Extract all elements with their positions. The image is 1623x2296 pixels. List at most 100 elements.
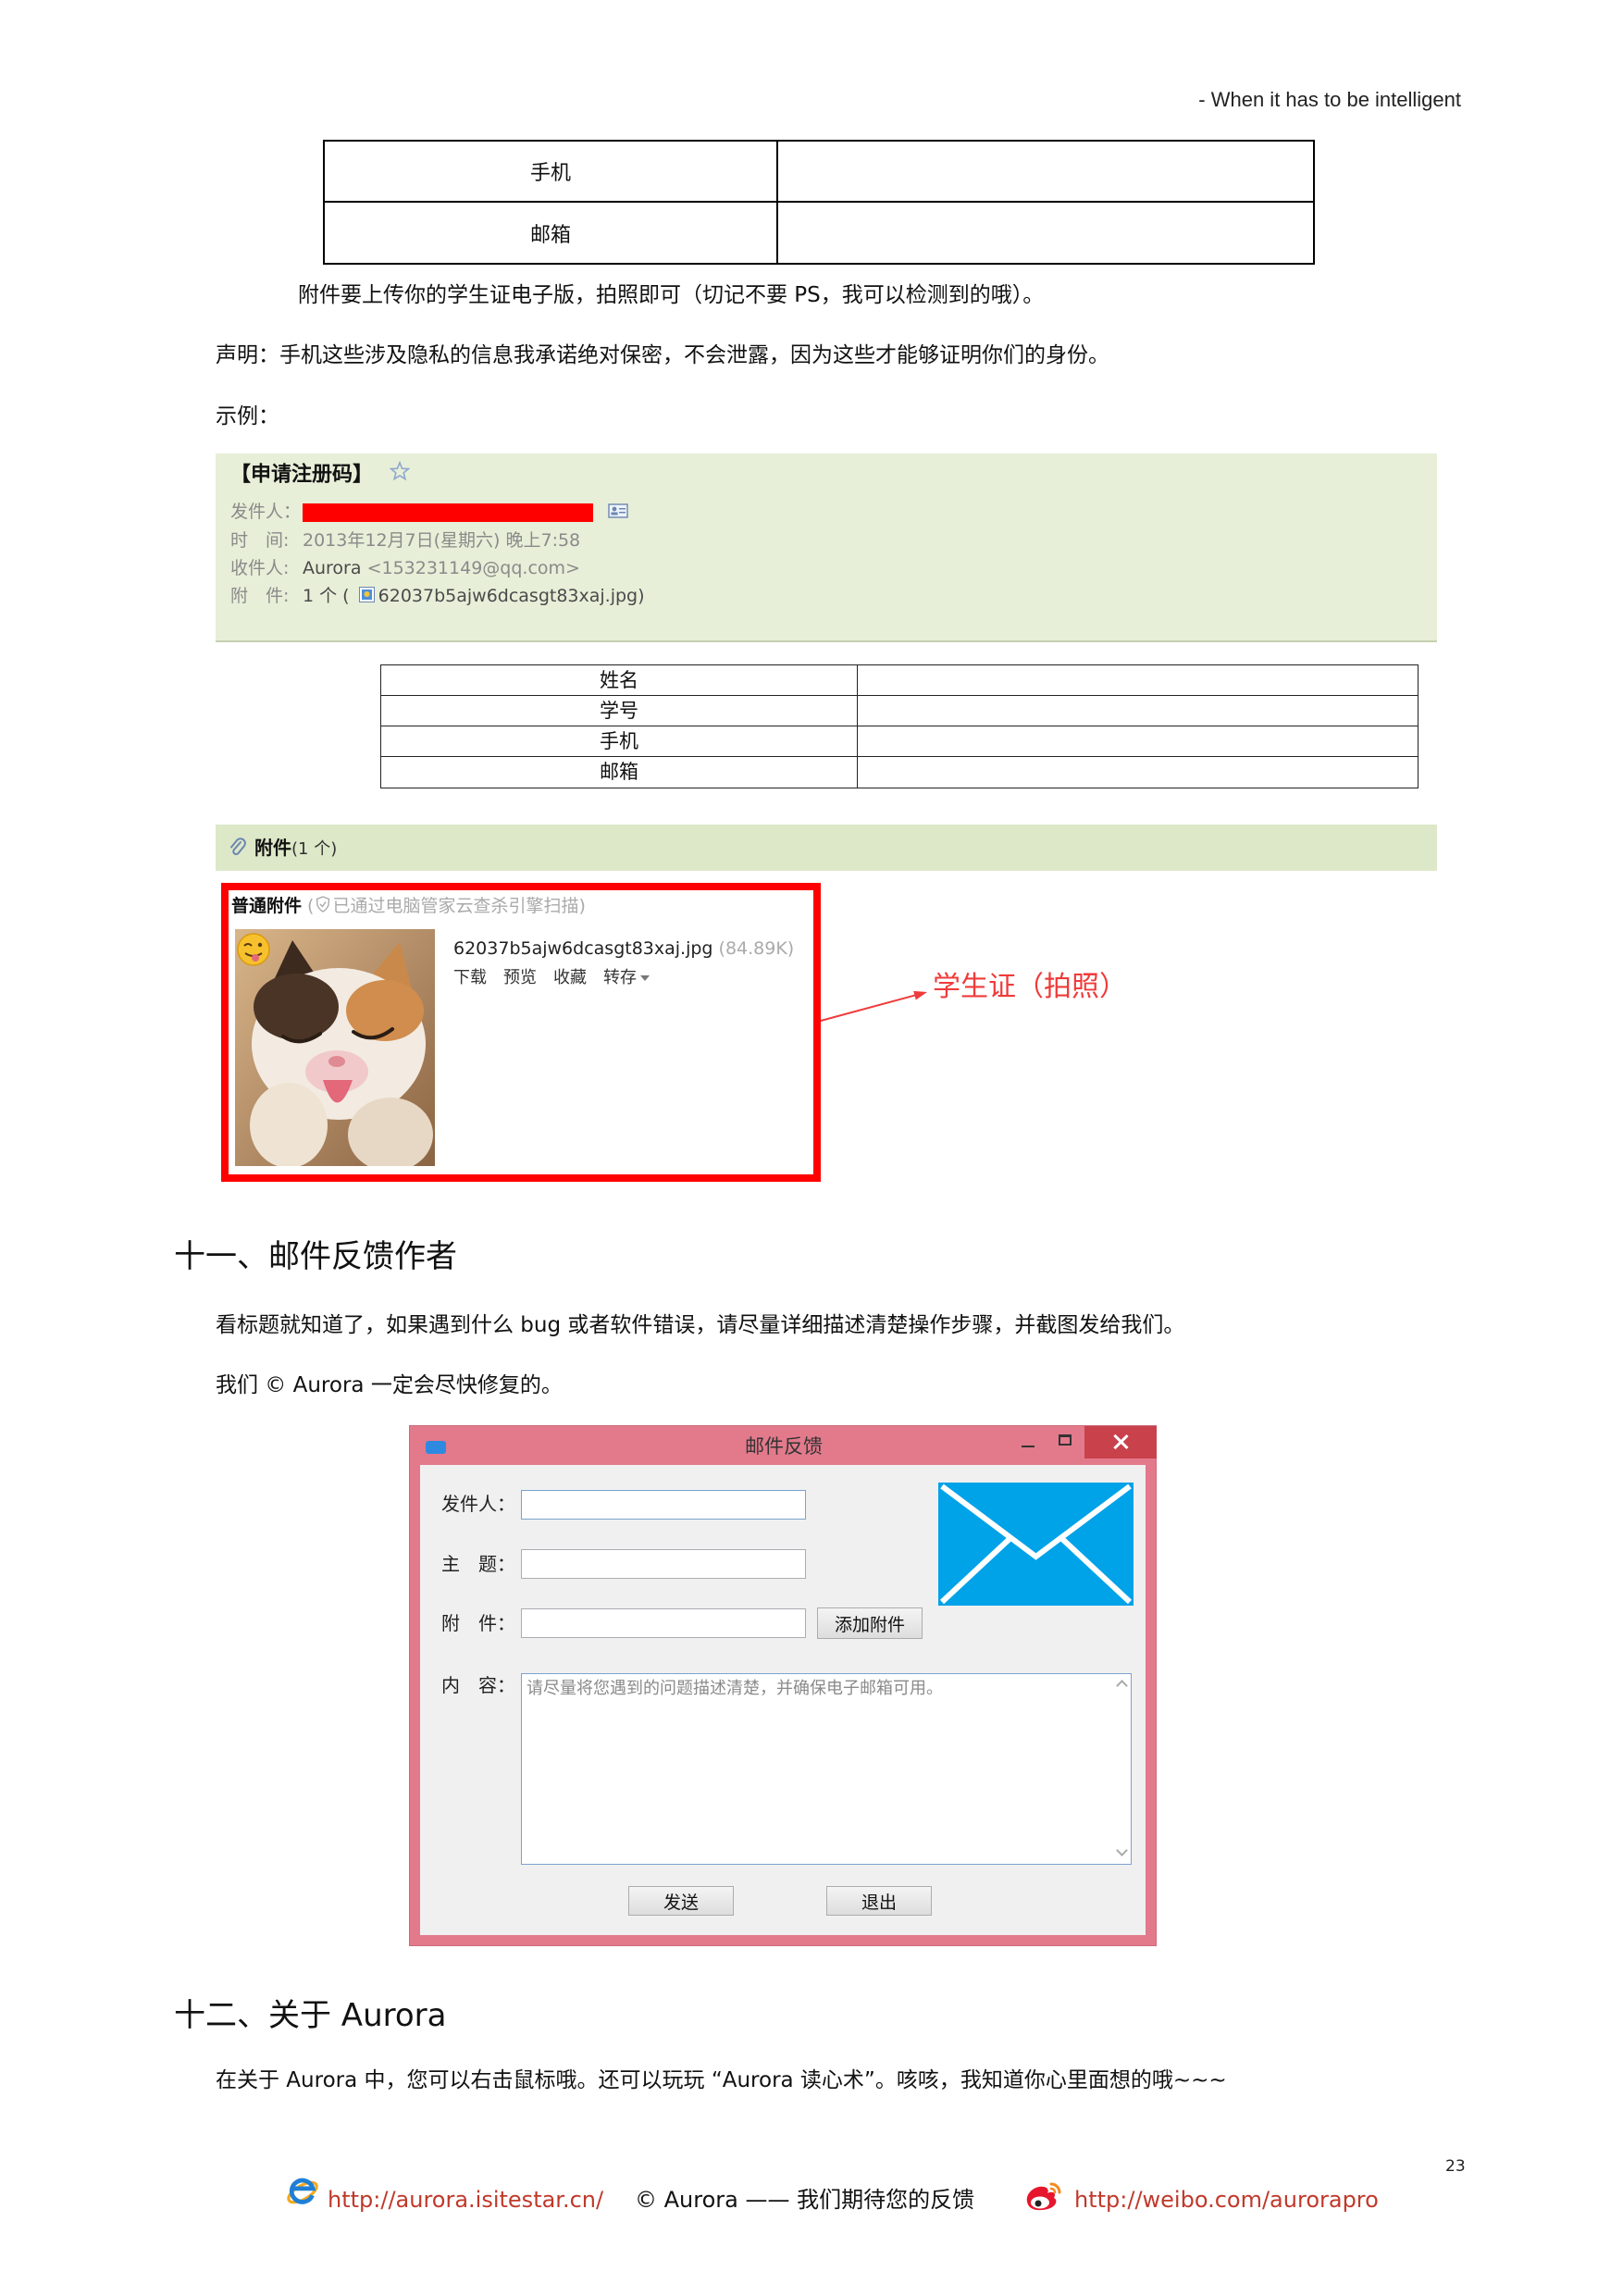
time-value: 2013年12月7日(星期六) 晚上7:58	[303, 530, 581, 551]
section-11-paragraph-1: 看标题就知道了，如果遇到什么 bug 或者软件错误，请尽量详细描述清楚操作步骤，…	[216, 1313, 1185, 1337]
contact-card-icon[interactable]	[608, 501, 628, 525]
email-subject: 【申请注册码】	[230, 463, 374, 487]
table-row: 手机	[323, 140, 1315, 203]
table-row: 邮箱	[323, 201, 1315, 265]
callout-label: 学生证（拍照）	[933, 971, 1127, 1003]
row-label: 手机	[529, 162, 571, 185]
table-cell-value	[776, 201, 1315, 265]
table-row: 手机	[380, 726, 1419, 757]
weibo-link[interactable]: http://weibo.com/aurorapro	[1074, 2185, 1379, 2215]
table-cell-label: 手机	[323, 140, 778, 203]
minimize-button[interactable]	[1010, 1426, 1047, 1458]
sender-field-label: 发件人：	[441, 1493, 515, 1515]
table-cell-value	[857, 756, 1419, 788]
attachment-file-size: (84.89K)	[718, 938, 795, 959]
header-tagline: - When it has to be intelligent	[1198, 88, 1461, 111]
page-number: 23	[1445, 2157, 1466, 2176]
dialog-body: 发件人： 主 题： 附 件： 添加附件 内 容： 发送	[420, 1465, 1146, 1935]
document-page: - When it has to be intelligent 手机 邮箱 附件…	[0, 0, 1623, 2296]
recipient-email: <153231149@qq.com>	[366, 558, 580, 578]
star-icon[interactable]	[389, 460, 411, 490]
email-subject-line: 【申请注册码】	[230, 460, 411, 490]
maximize-button[interactable]	[1047, 1426, 1084, 1458]
redacted-sender	[303, 503, 593, 522]
table-cell-value	[857, 726, 1419, 757]
table-cell-value	[857, 664, 1419, 696]
website-link[interactable]: http://aurora.isitestar.cn/	[328, 2185, 603, 2215]
feedback-dialog: 邮件反馈 发件人： 主 题： 附 件： 添加附件 内 容： 请尽量将您遇到的问题…	[409, 1425, 1157, 1946]
content-field-label: 内 容：	[441, 1674, 515, 1696]
normal-attachments-label: 普通附件	[231, 896, 303, 916]
table-cell-label: 邮箱	[380, 756, 858, 788]
ie-browser-icon	[286, 2175, 319, 2208]
section-11-heading: 十一、邮件反馈作者	[174, 1238, 457, 1275]
table-cell-label: 手机	[380, 726, 858, 757]
download-link[interactable]: 下载	[453, 968, 487, 987]
content-scrollbar[interactable]	[1114, 1674, 1131, 1864]
close-icon	[1112, 1433, 1129, 1450]
row-label: 姓名	[600, 668, 638, 691]
favorite-link[interactable]: 收藏	[553, 968, 587, 987]
envelope-icon	[938, 1483, 1134, 1606]
privacy-statement: 声明：手机这些涉及隐私的信息我承诺绝对保密，不会泄露，因为这些才能够证明你们的身…	[216, 343, 1109, 367]
chevron-up-icon[interactable]	[1116, 1680, 1128, 1692]
cat-photo-thumbnail[interactable]	[235, 929, 435, 1172]
sender-field[interactable]	[521, 1490, 806, 1520]
row-label: 手机	[600, 729, 638, 752]
image-file-icon	[358, 585, 375, 609]
attachment-note: 附件要上传你的学生证电子版，拍照即可（切记不要 PS，我可以检测到的哦）。	[298, 283, 1045, 307]
attachment-panel: 普通附件 ( 已通过电脑管家云查杀引擎扫描) 62037b5ajw6dcasgt…	[221, 883, 821, 1182]
content-field[interactable]	[521, 1673, 1132, 1865]
send-button[interactable]: 发送	[628, 1886, 734, 1916]
table-row: 姓名	[380, 664, 1419, 696]
weibo-icon	[1023, 2179, 1064, 2213]
table-cell-value	[776, 140, 1315, 203]
footer-tagline: © Aurora —— 我们期待您的反馈	[635, 2187, 975, 2213]
attachment-file-link[interactable]: 62037b5ajw6dcasgt83xaj.jpg)	[378, 586, 645, 606]
chevron-down-icon[interactable]	[1116, 1844, 1128, 1856]
section-12-heading: 十二、关于 Aurora	[174, 1997, 447, 2034]
chevron-down-icon[interactable]	[640, 974, 650, 981]
form-table: 姓名 学号 手机 邮箱	[380, 664, 1419, 788]
minimize-icon	[1022, 1446, 1035, 1447]
email-recipient-row: 收件人: Aurora <153231149@qq.com>	[230, 556, 580, 580]
attachment-field[interactable]	[521, 1608, 806, 1638]
row-label: 邮箱	[600, 761, 638, 783]
table-row: 邮箱	[380, 756, 1419, 788]
row-label: 学号	[600, 699, 638, 722]
scan-prefix: (	[302, 896, 315, 916]
attachment-file-name[interactable]: 62037b5ajw6dcasgt83xaj.jpg	[453, 938, 712, 959]
table-cell-label: 学号	[380, 695, 858, 726]
maximize-icon	[1059, 1434, 1072, 1446]
section-11-paragraph-2: 我们 © Aurora 一定会尽快修复的。	[216, 1373, 563, 1397]
add-attachment-button[interactable]: 添加附件	[817, 1607, 923, 1639]
time-label: 时 间:	[230, 530, 290, 551]
attachment-label: 附 件:	[230, 586, 290, 606]
shield-icon	[316, 895, 330, 919]
callout-arrow	[814, 981, 935, 1027]
recipient-name: Aurora	[303, 558, 362, 578]
attachment-panel-title: 普通附件 ( 已通过电脑管家云查杀引擎扫描)	[231, 894, 586, 919]
email-example-header: 【申请注册码】 发件人： 时 间: 2013年12月7日(星期六) 晚上7:58 …	[216, 453, 1437, 642]
paperclip-icon	[229, 837, 247, 863]
attachment-file-row: 62037b5ajw6dcasgt83xaj.jpg (84.89K)	[453, 937, 794, 961]
table-cell-label: 邮箱	[323, 201, 778, 265]
attachments-bar: 附件(1 个)	[216, 825, 1437, 871]
attachments-count: (1 个)	[291, 839, 338, 859]
section-12-paragraph: 在关于 Aurora 中，您可以右击鼠标哦。还可以玩玩 “Aurora 读心术”…	[216, 2068, 1227, 2092]
contact-table: 手机 邮箱	[323, 140, 1315, 265]
table-cell-label: 姓名	[380, 664, 858, 696]
exit-button[interactable]: 退出	[826, 1886, 932, 1916]
attachments-bar-label: 附件(1 个)	[254, 835, 337, 863]
table-cell-value	[857, 695, 1419, 726]
subject-field[interactable]	[521, 1549, 806, 1579]
recipient-label: 收件人:	[230, 558, 290, 578]
sender-label: 发件人：	[230, 502, 302, 522]
email-time-row: 时 间: 2013年12月7日(星期六) 晚上7:58	[230, 528, 580, 552]
scan-note: 已通过电脑管家云查杀引擎扫描)	[332, 896, 586, 916]
attachment-field-label: 附 件：	[441, 1612, 515, 1634]
preview-link[interactable]: 预览	[503, 968, 537, 987]
save-to-link[interactable]: 转存	[603, 968, 637, 987]
email-attachment-row: 附 件: 1 个 ( 62037b5ajw6dcasgt83xaj.jpg)	[230, 584, 645, 609]
close-button[interactable]	[1084, 1426, 1157, 1458]
